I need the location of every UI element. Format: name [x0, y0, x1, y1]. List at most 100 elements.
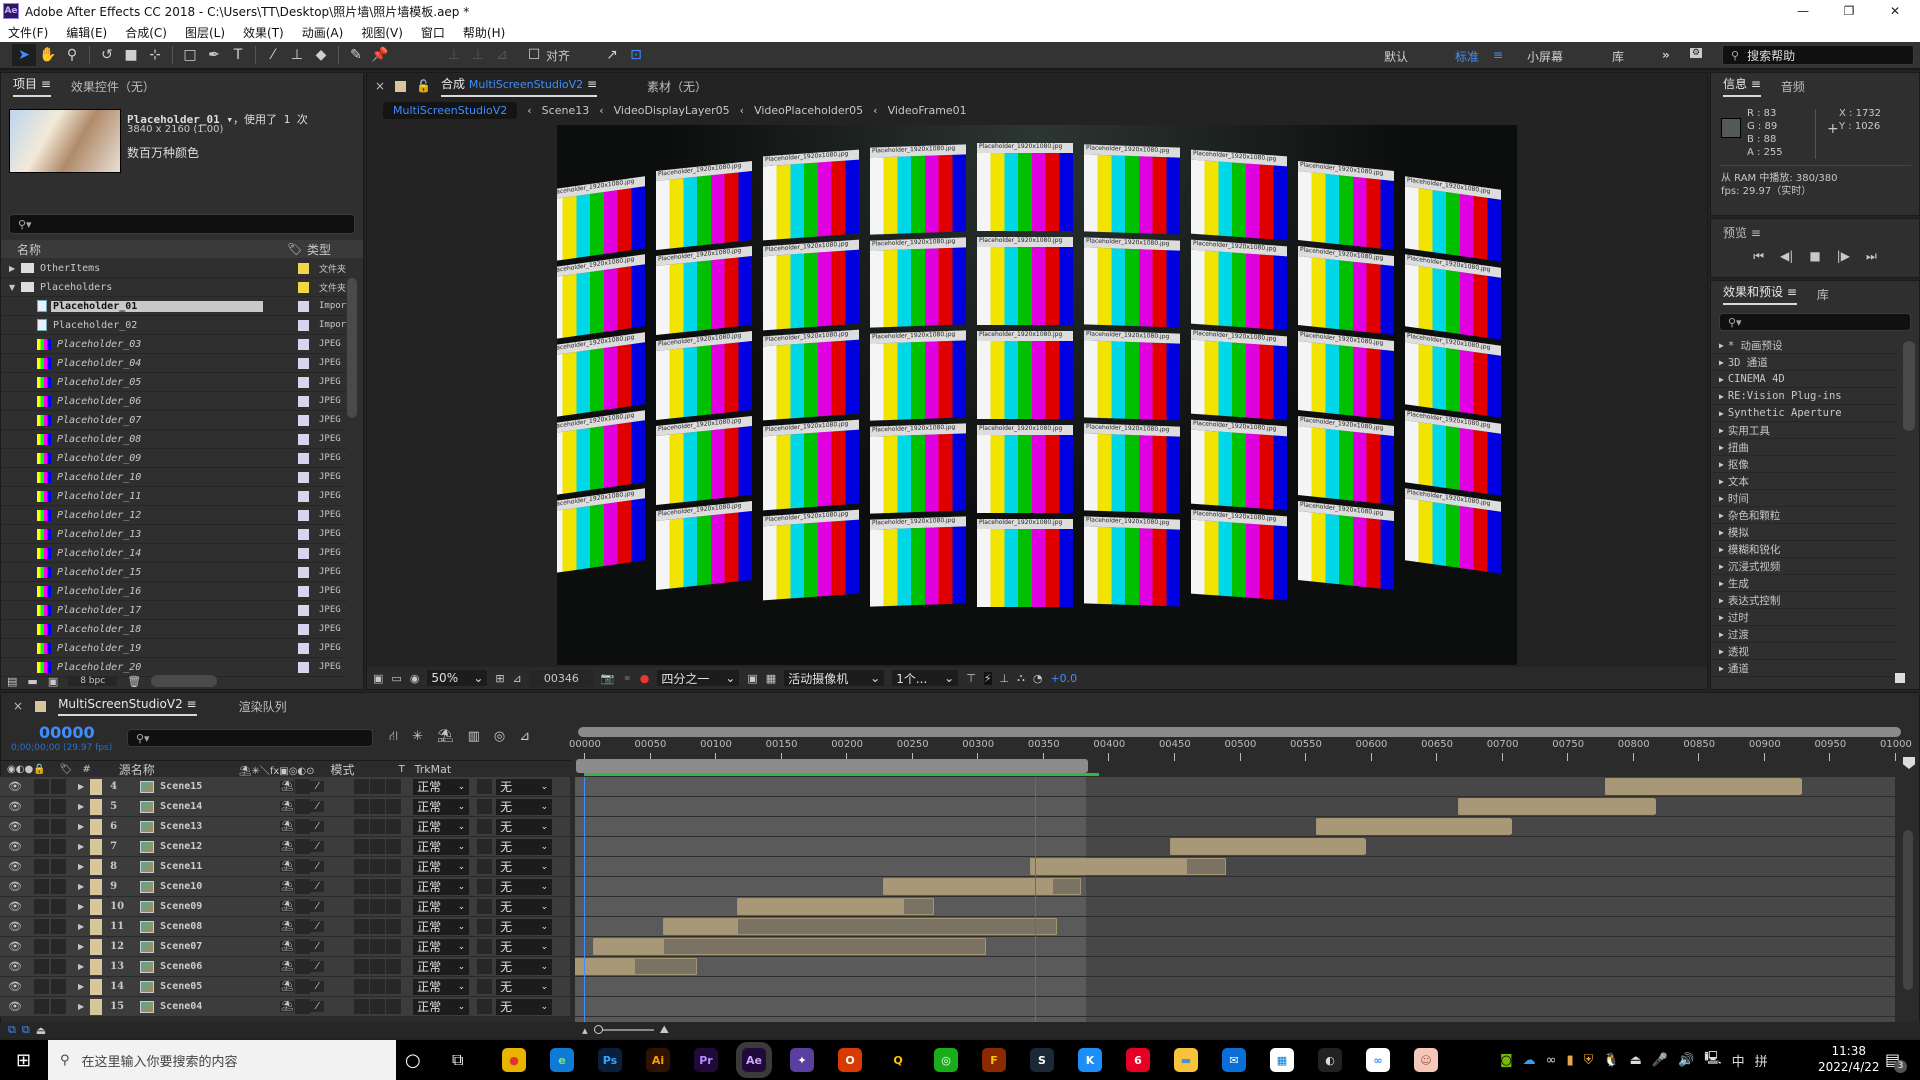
- taskbar-app-photoshop[interactable]: Ps: [598, 1048, 622, 1072]
- project-item[interactable]: Placeholder_03 JPEG: [1, 335, 347, 354]
- transparency-grid-icon[interactable]: ▦: [766, 672, 776, 685]
- workspace-standard[interactable]: 标准: [1455, 48, 1479, 65]
- label-swatch[interactable]: [298, 395, 309, 407]
- cloud-icon[interactable]: ☁: [1523, 1053, 1536, 1068]
- quality-switch-icon[interactable]: ⁄: [310, 801, 325, 812]
- breadcrumb-item[interactable]: MultiScreenStudioV2: [383, 101, 518, 119]
- preserve-transparency-switch[interactable]: [477, 819, 493, 834]
- taskbar-search-input[interactable]: ⚲ 在这里输入你要搜索的内容: [48, 1040, 396, 1080]
- layer-duration-bar[interactable]: [1458, 798, 1657, 815]
- collapse-switch[interactable]: [295, 979, 311, 994]
- layer-duration-bar[interactable]: [575, 958, 697, 975]
- microphone-icon[interactable]: 🎤: [1652, 1053, 1668, 1068]
- project-item[interactable]: Placeholder_16 JPEG: [1, 582, 347, 601]
- label-swatch[interactable]: [298, 319, 309, 331]
- project-item[interactable]: Placeholder_10 JPEG: [1, 468, 347, 487]
- motion-blur-switch[interactable]: [354, 799, 370, 814]
- 3d-layer-switch[interactable]: [386, 939, 402, 954]
- taskbar-app-obs[interactable]: ◐: [1318, 1048, 1342, 1072]
- adjustment-layer-switch[interactable]: [370, 919, 386, 934]
- taskbar-app-baidu-netdisk[interactable]: ∞: [1366, 1048, 1390, 1072]
- effects-category[interactable]: ▶ 过时: [1711, 609, 1897, 626]
- menu-effect[interactable]: 效果(T): [243, 24, 284, 41]
- collapse-switch[interactable]: [295, 839, 311, 854]
- layer-row[interactable]: 👁 ▶ 7 Scene12 ⛱ ⁄ 正常 ⌄ 无 ⌄: [0, 837, 570, 857]
- work-area-bar[interactable]: [576, 759, 1089, 773]
- solo-switch[interactable]: [34, 979, 49, 994]
- project-item[interactable]: Placeholder_18 JPEG: [1, 620, 347, 639]
- column-trkmat[interactable]: TrkMat: [415, 763, 452, 776]
- effects-category[interactable]: ▶ 时间: [1711, 490, 1897, 507]
- label-swatch[interactable]: [298, 338, 309, 350]
- time-navigator[interactable]: [578, 727, 1901, 737]
- solo-switch[interactable]: [34, 779, 49, 794]
- preserve-transparency-switch[interactable]: [477, 939, 493, 954]
- blend-mode-dropdown[interactable]: 正常 ⌄: [413, 978, 470, 995]
- eye-visibility-icon[interactable]: 👁: [8, 900, 28, 913]
- 3d-layer-switch[interactable]: [386, 819, 402, 834]
- lock-switch[interactable]: [51, 779, 66, 794]
- layer-row[interactable]: 👁 ▶ 5 Scene14 ⛱ ⁄ 正常 ⌄ 无 ⌄: [0, 797, 570, 817]
- solo-switch[interactable]: [34, 959, 49, 974]
- column-name[interactable]: 名称: [17, 241, 287, 258]
- expand-stretch-icon[interactable]: ⏏: [36, 1024, 46, 1037]
- zoom-tool-icon[interactable]: ⚲: [60, 44, 84, 66]
- next-frame-icon[interactable]: |▶: [1837, 249, 1850, 264]
- align-checkbox[interactable]: ☐: [522, 44, 546, 66]
- preserve-transparency-switch[interactable]: [477, 999, 493, 1014]
- solo-switch[interactable]: [34, 899, 49, 914]
- adjustment-layer-switch[interactable]: [370, 879, 386, 894]
- solo-switch[interactable]: [34, 879, 49, 894]
- label-swatch[interactable]: [298, 509, 309, 521]
- lock-switch[interactable]: [51, 839, 66, 854]
- layer-label-swatch[interactable]: [90, 978, 103, 995]
- project-item[interactable]: Placeholder_02 Import: [1, 316, 347, 335]
- label-swatch[interactable]: [298, 300, 309, 312]
- layer-source-name[interactable]: Scene09: [160, 901, 280, 912]
- 3d-layer-switch[interactable]: [386, 779, 402, 794]
- blend-mode-dropdown[interactable]: 正常 ⌄: [413, 858, 470, 875]
- taskbar-app-file-explorer[interactable]: ▬: [1174, 1048, 1198, 1072]
- collapse-switch[interactable]: [295, 959, 311, 974]
- quality-switch-icon[interactable]: ⁄: [310, 901, 325, 912]
- solo-switch[interactable]: [34, 919, 49, 934]
- effects-category[interactable]: ▶ 过渡: [1711, 626, 1897, 643]
- clock[interactable]: 11:38 2022/4/22: [1818, 1043, 1880, 1075]
- menu-file[interactable]: 文件(F): [8, 24, 48, 41]
- project-item[interactable]: Placeholder_04 JPEG: [1, 354, 347, 373]
- puppet-pin-tool-icon[interactable]: 📌: [368, 44, 392, 66]
- timeline-icon[interactable]: ⊥: [1000, 672, 1010, 685]
- workspace-small-screen[interactable]: 小屏幕: [1527, 48, 1563, 65]
- layer-label-swatch[interactable]: [90, 878, 103, 895]
- label-swatch[interactable]: [298, 585, 309, 597]
- expand-triangle-icon[interactable]: ▶: [78, 922, 84, 931]
- layer-row[interactable]: 👁 ▶ 14 Scene05 ⛱ ⁄ 正常 ⌄ 无 ⌄: [0, 977, 570, 997]
- tab-libraries[interactable]: 库: [1817, 286, 1829, 303]
- collapse-switch[interactable]: [295, 819, 311, 834]
- last-frame-icon[interactable]: ⏭: [1866, 249, 1877, 264]
- effects-category[interactable]: ▶ 实用工具: [1711, 422, 1897, 439]
- adjustment-layer-switch[interactable]: [370, 819, 386, 834]
- lock-switch[interactable]: [51, 899, 66, 914]
- project-item[interactable]: Placeholder_06 JPEG: [1, 392, 347, 411]
- trkmat-dropdown[interactable]: 无 ⌄: [496, 878, 553, 895]
- 3d-layer-switch[interactable]: [386, 959, 402, 974]
- lock-icon[interactable]: 🔓: [416, 79, 431, 93]
- motion-blur-switch[interactable]: [354, 939, 370, 954]
- motion-blur-switch[interactable]: [354, 779, 370, 794]
- minimize-button[interactable]: —: [1780, 0, 1826, 22]
- 3d-layer-switch[interactable]: [386, 999, 402, 1014]
- roto-brush-tool-icon[interactable]: ✎: [344, 44, 368, 66]
- camera-tool-icon[interactable]: ■: [119, 44, 143, 66]
- layer-source-name[interactable]: Scene04: [160, 1001, 280, 1012]
- cortana-icon[interactable]: ○: [405, 1050, 421, 1071]
- eye-visibility-icon[interactable]: 👁: [8, 820, 28, 833]
- tab-info[interactable]: 信息 ≡: [1723, 75, 1761, 97]
- shy-switch-icon[interactable]: ⛱: [280, 841, 295, 852]
- menu-layer[interactable]: 图层(L): [185, 24, 225, 41]
- adjustment-layer-switch[interactable]: [370, 779, 386, 794]
- expand-triangle-icon[interactable]: ▶: [78, 902, 84, 911]
- bpc-button[interactable]: 8 bpc: [68, 676, 118, 686]
- label-swatch[interactable]: [298, 623, 309, 635]
- eye-visibility-icon[interactable]: 👁: [8, 940, 28, 953]
